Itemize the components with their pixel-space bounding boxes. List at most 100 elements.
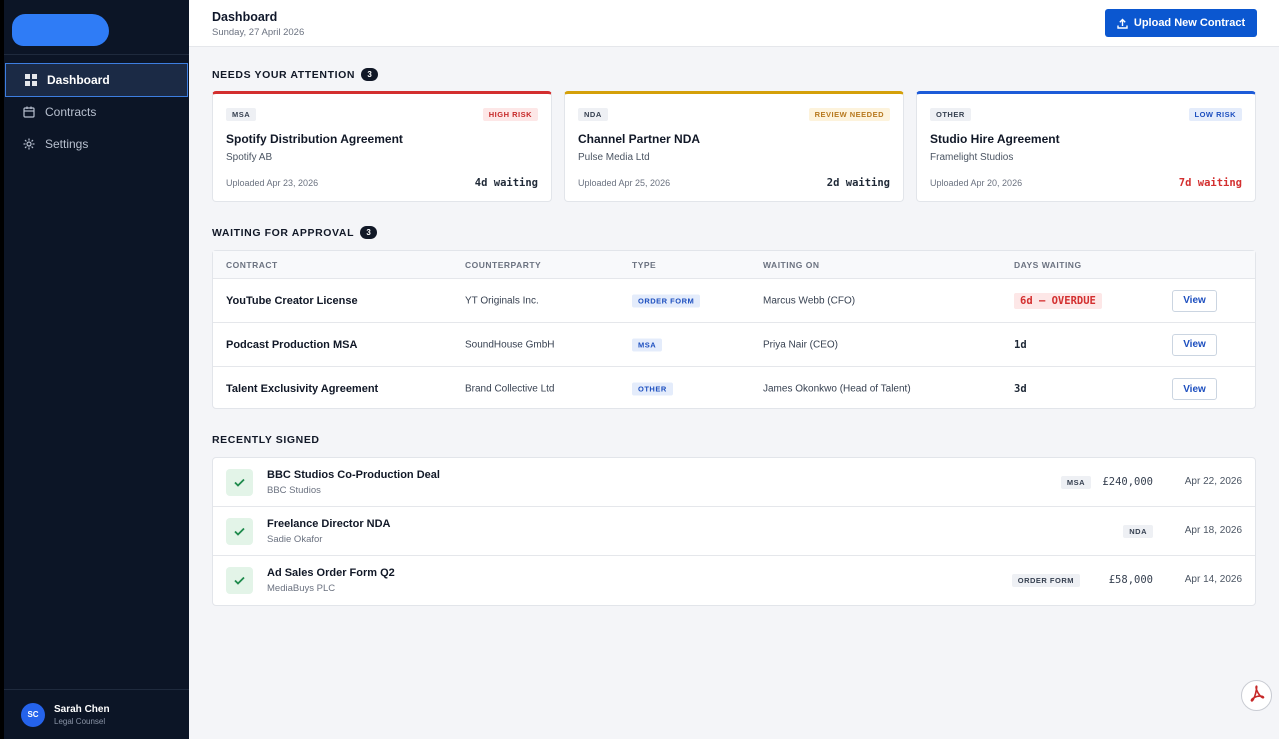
sidebar-item-label: Settings (45, 137, 89, 151)
sidebar-item-label: Dashboard (47, 73, 110, 87)
risk-badge: HIGH RISK (482, 108, 538, 121)
card-uploaded-date: Uploaded Apr 23, 2026 (226, 178, 319, 188)
card-counterparty: Framelight Studios (930, 152, 1014, 163)
view-button[interactable]: View (1172, 378, 1217, 400)
card-title: Studio Hire Agreement (930, 132, 1060, 146)
contract-name: Podcast Production MSA (226, 338, 358, 351)
attention-section-title: NEEDS YOUR ATTENTION 3 (212, 68, 379, 81)
sidebar-item-label: Contracts (45, 105, 97, 119)
page-date: Sunday, 27 April 2026 (212, 27, 305, 38)
attention-card[interactable]: NDA REVIEW NEEDED Channel Partner NDA Pu… (564, 91, 904, 202)
card-counterparty: Pulse Media Ltd (578, 152, 650, 163)
counterparty: Brand Collective Ltd (465, 383, 555, 395)
card-uploaded-date: Uploaded Apr 25, 2026 (578, 178, 671, 188)
contract-type-tag: MSA (1060, 476, 1091, 489)
waiting-on: Marcus Webb (CFO) (763, 295, 856, 306)
column-header-counterparty[interactable]: COUNTERPARTY (465, 260, 541, 270)
card-counterparty: Spotify AB (226, 152, 273, 163)
card-title: Channel Partner NDA (578, 132, 701, 146)
approval-table: CONTRACT COUNTERPARTY TYPE WAITING ON DA… (212, 250, 1256, 409)
attention-card[interactable]: OTHER LOW RISK Studio Hire Agreement Fra… (916, 91, 1256, 202)
column-header-waiting-on[interactable]: WAITING ON (763, 260, 819, 270)
list-item[interactable]: Freelance Director NDA Sadie Okafor NDA … (213, 507, 1255, 556)
pdf-button[interactable] (1241, 680, 1272, 711)
app-logo[interactable] (12, 14, 109, 46)
signed-date: Apr 18, 2026 (1184, 525, 1242, 536)
column-header-contract[interactable]: CONTRACT (226, 260, 278, 270)
view-button[interactable]: View (1172, 289, 1217, 312)
list-item[interactable]: BBC Studios Co-Production Deal BBC Studi… (213, 458, 1255, 507)
contract-value: £58,000 (1108, 574, 1153, 586)
sidebar-divider (4, 54, 189, 55)
counterparty: SoundHouse GmbH (465, 339, 555, 350)
sidebar: Dashboard Contracts Settings SC Sarah Ch… (0, 0, 189, 739)
sidebar-nav: Dashboard Contracts Settings (4, 63, 189, 159)
signed-counterparty: BBC Studios (267, 485, 321, 496)
table-header: CONTRACT COUNTERPARTY TYPE WAITING ON DA… (213, 251, 1255, 279)
recently-signed-list: BBC Studios Co-Production Deal BBC Studi… (212, 457, 1256, 606)
contract-type-tag: ORDER FORM (632, 294, 701, 307)
contract-name: Talent Exclusivity Agreement (226, 383, 379, 395)
upload-icon (1117, 18, 1128, 29)
column-header-type[interactable]: TYPE (632, 260, 656, 270)
signed-section-title: RECENTLY SIGNED (212, 434, 320, 446)
pdf-icon (1248, 684, 1266, 707)
sidebar-item-contracts[interactable]: Contracts (4, 95, 189, 129)
contract-type-tag: NDA (578, 108, 608, 121)
avatar: SC (21, 702, 45, 727)
approval-section-title: WAITING FOR APPROVAL 3 (212, 226, 378, 239)
user-profile[interactable]: SC Sarah Chen Legal Counsel (4, 689, 189, 739)
grid-icon (24, 73, 38, 87)
waiting-on: James Okonkwo (Head of Talent) (763, 383, 911, 395)
signed-date: Apr 14, 2026 (1184, 574, 1242, 585)
attention-card[interactable]: MSA HIGH RISK Spotify Distribution Agree… (212, 91, 552, 202)
upload-contract-button[interactable]: Upload New Contract (1105, 9, 1257, 37)
user-role: Legal Counsel (54, 716, 106, 726)
sidebar-item-settings[interactable]: Settings (4, 127, 189, 161)
card-uploaded-date: Uploaded Apr 20, 2026 (930, 178, 1023, 188)
table-row[interactable]: Talent Exclusivity Agreement Brand Colle… (213, 367, 1255, 411)
days-waiting-overdue: 6d — OVERDUE (1014, 292, 1102, 309)
attention-count-badge: 3 (361, 68, 379, 81)
contract-type-tag: MSA (632, 338, 663, 351)
card-waiting-time: 4d waiting (474, 177, 538, 189)
signed-counterparty: MediaBuys PLC (267, 583, 336, 594)
contract-value: £240,000 (1102, 476, 1153, 488)
table-row[interactable]: YouTube Creator License YT Originals Inc… (213, 279, 1255, 323)
contract-name: YouTube Creator License (226, 294, 358, 307)
days-waiting: 3d (1014, 383, 1027, 395)
table-row[interactable]: Podcast Production MSA SoundHouse GmbH M… (213, 323, 1255, 367)
sidebar-item-dashboard[interactable]: Dashboard (5, 63, 188, 97)
user-name: Sarah Chen (54, 703, 110, 715)
view-button[interactable]: View (1172, 333, 1217, 356)
list-item[interactable]: Ad Sales Order Form Q2 MediaBuys PLC ORD… (213, 556, 1255, 605)
counterparty: YT Originals Inc. (465, 295, 539, 306)
contract-type-tag: NDA (1123, 525, 1153, 538)
main-content: NEEDS YOUR ATTENTION 3 MSA HIGH RISK Spo… (189, 47, 1279, 739)
risk-badge: REVIEW NEEDED (808, 108, 890, 121)
card-waiting-time: 7d waiting (1178, 177, 1242, 189)
approval-count-badge: 3 (360, 226, 378, 239)
page-header: Dashboard Sunday, 27 April 2026 Upload N… (189, 0, 1279, 47)
signed-date: Apr 22, 2026 (1184, 476, 1242, 487)
approval-heading: WAITING FOR APPROVAL (212, 226, 355, 239)
signed-contract-title: Freelance Director NDA (267, 518, 391, 530)
signed-contract-title: Ad Sales Order Form Q2 (267, 567, 395, 579)
check-icon (226, 518, 253, 545)
signed-contract-title: BBC Studios Co-Production Deal (267, 469, 440, 481)
card-waiting-time: 2d waiting (826, 177, 890, 189)
column-header-days-waiting[interactable]: DAYS WAITING (1014, 260, 1082, 270)
contract-type-tag: OTHER (632, 382, 673, 396)
contract-type-tag: ORDER FORM (1011, 574, 1080, 587)
risk-badge: LOW RISK (1188, 108, 1242, 121)
signed-counterparty: Sadie Okafor (267, 534, 323, 545)
gear-icon (22, 137, 36, 151)
waiting-on: Priya Nair (CEO) (763, 339, 839, 350)
contract-type-tag: OTHER (930, 108, 971, 121)
page-title: Dashboard (212, 10, 278, 24)
upload-button-label: Upload New Contract (1133, 17, 1246, 29)
card-title: Spotify Distribution Agreement (226, 132, 403, 146)
check-icon (226, 469, 253, 496)
check-icon (226, 567, 253, 594)
contract-type-tag: MSA (226, 108, 257, 121)
